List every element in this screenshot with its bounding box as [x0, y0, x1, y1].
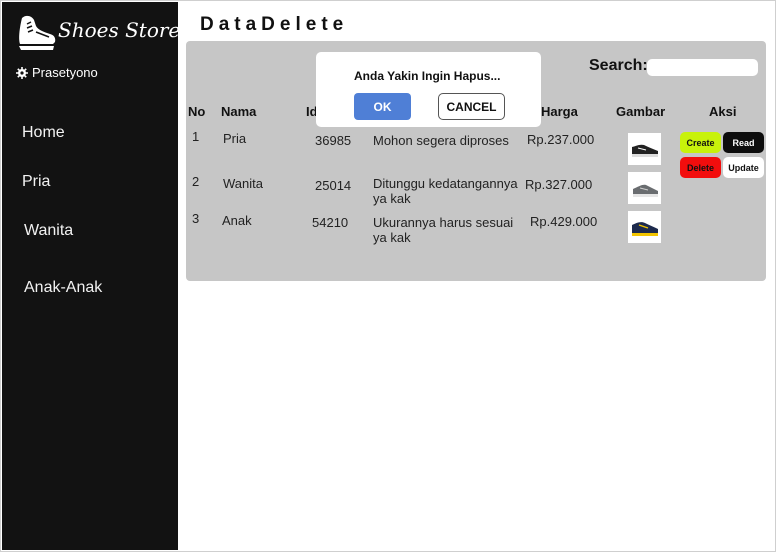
- row-3-no: 3: [192, 211, 200, 226]
- row-1-shoe-image: [628, 133, 661, 165]
- dialog-message: Anda Yakin Ingin Hapus...: [354, 69, 501, 83]
- nav-item-anak-anak[interactable]: Anak-Anak: [24, 279, 102, 297]
- row-3-nama: Anak: [222, 213, 252, 228]
- nav-item-wanita[interactable]: Wanita: [24, 222, 73, 240]
- row-3-harga: Rp.429.000: [530, 214, 598, 229]
- row-2-nama: Wanita: [223, 176, 263, 191]
- row-2-keterangan: Ditunggu kedatangannya ya kak: [373, 176, 518, 206]
- delete-button[interactable]: Delete: [680, 157, 721, 178]
- row-1-nama: Pria: [223, 131, 247, 146]
- nav-item-home[interactable]: Home: [22, 124, 65, 142]
- row-3-keterangan: Ukurannya harus sesuai ya kak: [373, 215, 514, 245]
- create-button[interactable]: Create: [680, 132, 721, 153]
- row-2-id: 25014: [315, 178, 352, 193]
- header-gambar: Gambar: [616, 104, 666, 119]
- sidebar: Shoes Store Prasetyono Home Pria Wanita …: [2, 2, 181, 550]
- user-profile[interactable]: Prasetyono: [16, 65, 98, 80]
- user-gear-icon: [16, 66, 28, 79]
- row-1-keterangan: Mohon segera diproses: [373, 133, 509, 148]
- row-2-shoe-image: [628, 172, 661, 204]
- row-3-shoe-image: [628, 211, 661, 243]
- brand-name: Shoes Store: [58, 18, 181, 42]
- search-input[interactable]: [647, 59, 758, 76]
- row-2-harga: Rp.327.000: [525, 177, 593, 192]
- read-button[interactable]: Read: [723, 132, 764, 153]
- shoe-logo-icon: [16, 10, 58, 54]
- confirm-delete-dialog: [316, 52, 541, 127]
- page-title: DataDelete: [200, 14, 349, 35]
- update-button[interactable]: Update: [723, 157, 764, 178]
- header-no: No: [188, 104, 206, 119]
- row-1-id: 36985: [315, 133, 352, 148]
- row-2-no: 2: [192, 174, 200, 189]
- user-name: Prasetyono: [32, 65, 98, 80]
- header-nama: Nama: [221, 104, 257, 119]
- dialog-ok-button[interactable]: OK: [354, 93, 411, 120]
- row-1-harga: Rp.237.000: [527, 132, 595, 147]
- search-label: Search:: [589, 57, 648, 74]
- header-aksi: Aksi: [709, 104, 737, 119]
- row-1-no: 1: [192, 129, 200, 144]
- dialog-cancel-button[interactable]: CANCEL: [438, 93, 505, 120]
- header-harga: Harga: [541, 104, 578, 119]
- row-3-id: 54210: [312, 215, 349, 230]
- nav-item-pria[interactable]: Pria: [22, 173, 50, 191]
